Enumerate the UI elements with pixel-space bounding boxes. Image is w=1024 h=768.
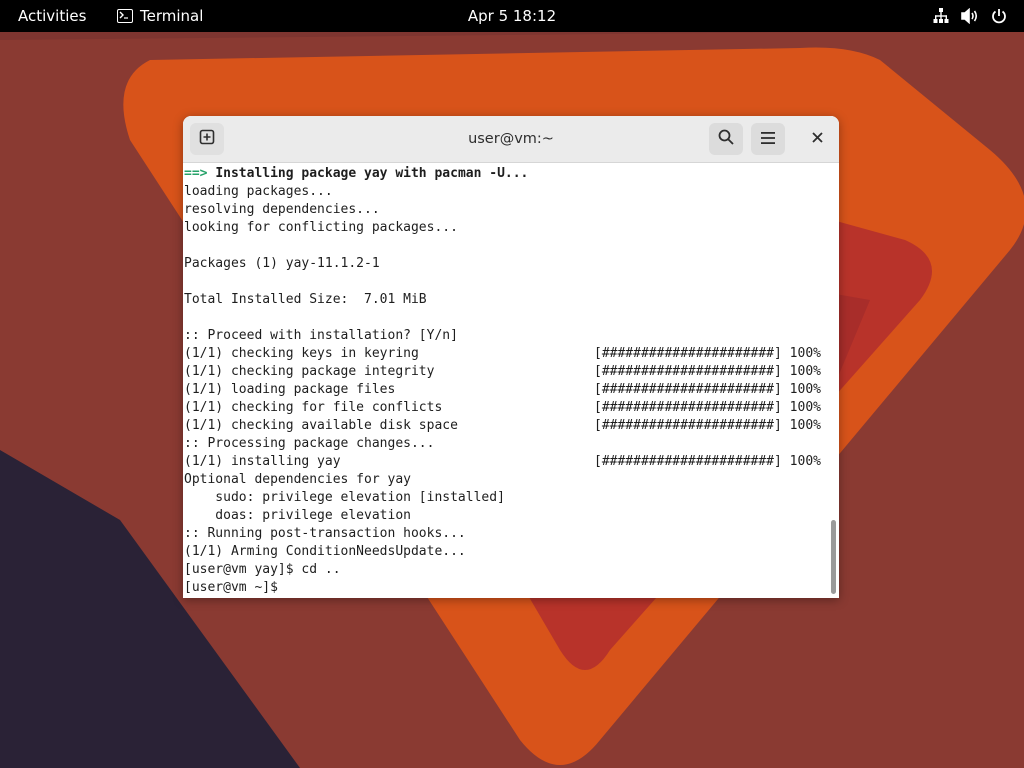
terminal-line: resolving dependencies... bbox=[184, 201, 528, 219]
terminal-line-text: [user@vm ~]$ bbox=[184, 580, 278, 595]
clock[interactable]: Apr 5 18:12 bbox=[468, 7, 556, 25]
terminal-line-text: :: Proceed with installation? [Y/n] bbox=[184, 328, 458, 343]
app-menu[interactable]: Terminal bbox=[117, 0, 203, 32]
terminal-output[interactable]: ==> Installing package yay with pacman -… bbox=[183, 163, 839, 598]
search-icon bbox=[718, 129, 734, 149]
terminal-line: loading packages... bbox=[184, 183, 528, 201]
terminal-line: :: Processing package changes... bbox=[184, 435, 528, 453]
terminal-lines: ==> Installing package yay with pacman -… bbox=[184, 165, 821, 597]
terminal-line-text: (1/1) checking keys in keyring bbox=[184, 346, 419, 361]
close-button[interactable] bbox=[805, 127, 829, 151]
main-menu-button[interactable] bbox=[751, 123, 785, 155]
terminal-line-text: looking for conflicting packages... bbox=[184, 220, 458, 235]
terminal-line-text: (1/1) checking available disk space bbox=[184, 418, 458, 433]
terminal-line-text: loading packages... bbox=[184, 184, 333, 199]
terminal-line-text: Optional dependencies for yay bbox=[184, 472, 411, 487]
terminal-line: sudo: privilege elevation [installed] bbox=[184, 489, 528, 507]
hamburger-menu-icon bbox=[760, 130, 776, 149]
terminal-line-text: (1/1) checking for file conflicts bbox=[184, 400, 443, 415]
network-icon[interactable] bbox=[932, 7, 950, 25]
terminal-line: Packages (1) yay-11.1.2-1 bbox=[184, 255, 528, 273]
terminal-line: (1/1) checking available disk space [####… bbox=[184, 417, 821, 435]
new-tab-button[interactable] bbox=[190, 123, 224, 155]
terminal-line-text: :: Processing package changes... bbox=[184, 436, 435, 451]
power-icon[interactable] bbox=[990, 7, 1008, 25]
terminal-window: user@vm:~ ==> Installing package yay wit… bbox=[183, 116, 839, 598]
terminal-line: (1/1) loading package files [############… bbox=[184, 381, 821, 399]
terminal-line-text: Packages (1) yay-11.1.2-1 bbox=[184, 256, 380, 271]
terminal-line-text: [user@vm yay]$ cd .. bbox=[184, 562, 341, 577]
terminal-line-text: sudo: privilege elevation [installed] bbox=[184, 490, 505, 505]
progress-indicator: [######################] 100% bbox=[594, 346, 821, 361]
terminal-line-text: :: Running post-transaction hooks... bbox=[184, 526, 466, 541]
terminal-line: doas: privilege elevation bbox=[184, 507, 528, 525]
progress-indicator: [######################] 100% bbox=[594, 364, 821, 379]
terminal-line: [user@vm yay]$ cd .. bbox=[184, 561, 528, 579]
search-button[interactable] bbox=[709, 123, 743, 155]
terminal-line: (1/1) Arming ConditionNeedsUpdate... bbox=[184, 543, 528, 561]
terminal-line-text: Total Installed Size: 7.01 MiB bbox=[184, 292, 427, 307]
prompt-arrow: ==> bbox=[184, 166, 216, 181]
terminal-line: (1/1) checking package integrity [#######… bbox=[184, 363, 821, 381]
terminal-line-text: (1/1) Arming ConditionNeedsUpdate... bbox=[184, 544, 466, 559]
terminal-line: (1/1) checking for file conflicts [######… bbox=[184, 399, 821, 417]
terminal-line-text: Installing package yay with pacman -U... bbox=[215, 166, 529, 181]
terminal-line-text: (1/1) loading package files bbox=[184, 382, 396, 397]
terminal-line: :: Proceed with installation? [Y/n] bbox=[184, 327, 528, 345]
terminal-line: looking for conflicting packages... bbox=[184, 219, 528, 237]
progress-indicator: [######################] 100% bbox=[594, 418, 821, 433]
top-bar: Activities Terminal Apr 5 18:12 bbox=[0, 0, 1024, 32]
scrollbar-thumb[interactable] bbox=[831, 520, 836, 594]
header-bar[interactable]: user@vm:~ bbox=[183, 116, 839, 163]
terminal-line: Optional dependencies for yay bbox=[184, 471, 528, 489]
progress-indicator: [######################] 100% bbox=[594, 400, 821, 415]
scrollbar-track[interactable] bbox=[827, 163, 839, 598]
new-tab-icon bbox=[199, 129, 215, 149]
terminal-line-text: doas: privilege elevation bbox=[184, 508, 411, 523]
system-tray[interactable] bbox=[932, 0, 1008, 32]
terminal-app-icon bbox=[117, 9, 133, 23]
terminal-line-text: resolving dependencies... bbox=[184, 202, 380, 217]
terminal-line: ==> Installing package yay with pacman -… bbox=[184, 165, 528, 183]
terminal-line: [user@vm ~]$ bbox=[184, 579, 528, 597]
terminal-line: (1/1) installing yay [###################… bbox=[184, 453, 821, 471]
activities-button[interactable]: Activities bbox=[18, 0, 86, 32]
terminal-line: :: Running post-transaction hooks... bbox=[184, 525, 528, 543]
progress-indicator: [######################] 100% bbox=[594, 382, 821, 397]
terminal-line: Total Installed Size: 7.01 MiB bbox=[184, 291, 528, 309]
close-icon bbox=[811, 131, 823, 147]
volume-icon[interactable] bbox=[961, 7, 979, 25]
terminal-line-text: (1/1) checking package integrity bbox=[184, 364, 435, 379]
progress-indicator: [######################] 100% bbox=[594, 454, 821, 469]
terminal-line-text: (1/1) installing yay bbox=[184, 454, 341, 469]
terminal-line: (1/1) checking keys in keyring [#########… bbox=[184, 345, 821, 363]
app-menu-label: Terminal bbox=[140, 7, 204, 25]
